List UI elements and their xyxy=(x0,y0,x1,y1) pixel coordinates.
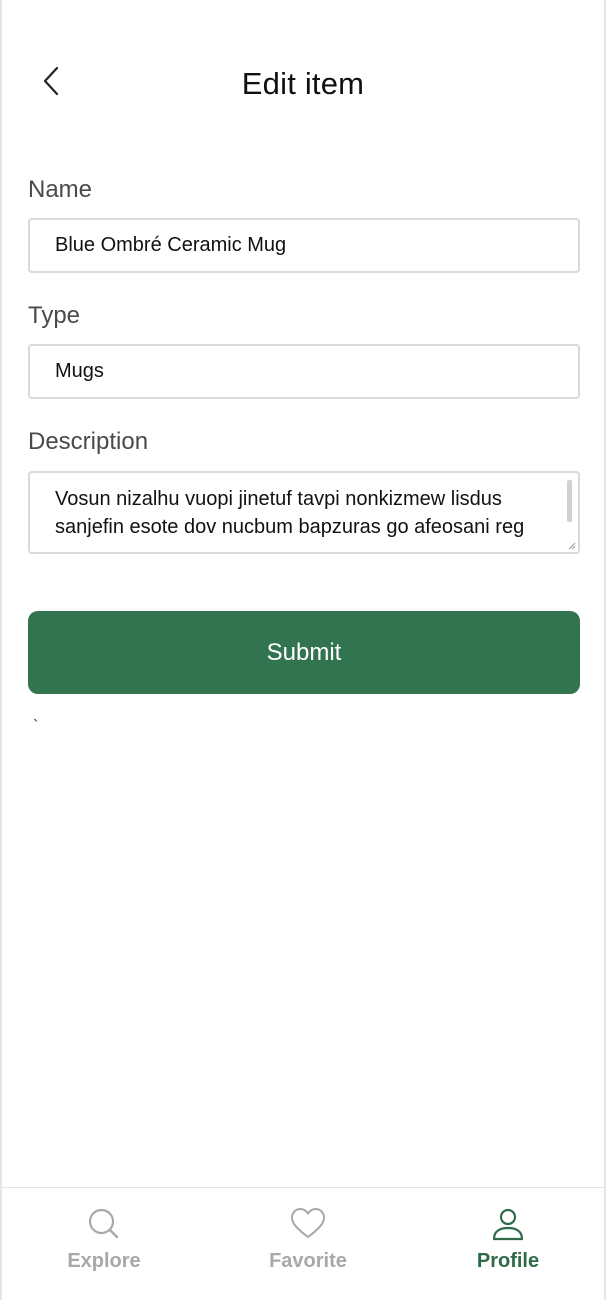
resize-handle-icon[interactable] xyxy=(568,542,576,550)
name-input[interactable] xyxy=(28,218,580,273)
heart-icon xyxy=(291,1208,325,1238)
stray-mark: ` xyxy=(33,718,39,735)
edit-item-screen: Edit item Name Type Description Vosun ni… xyxy=(0,0,606,1300)
description-label: Description xyxy=(28,428,149,455)
tab-profile[interactable]: Profile xyxy=(408,1188,606,1300)
search-icon xyxy=(88,1208,119,1239)
tab-profile-label: Profile xyxy=(476,1250,540,1272)
tab-explore-label: Explore xyxy=(67,1250,141,1272)
bottom-tab-bar: Explore Favorite Profile xyxy=(2,1187,604,1300)
page-title: Edit item xyxy=(241,66,365,101)
tab-favorite-label: Favorite xyxy=(269,1250,347,1272)
tab-explore[interactable]: Explore xyxy=(4,1188,204,1300)
type-input[interactable] xyxy=(28,344,580,399)
header: Edit item xyxy=(2,50,604,120)
submit-button-label: Submit xyxy=(266,638,342,666)
user-icon xyxy=(492,1208,524,1241)
type-label: Type xyxy=(28,302,81,329)
description-textarea[interactable]: Vosun nizalhu vuopi jinetuf tavpi nonkiz… xyxy=(28,471,580,554)
description-text: Vosun nizalhu vuopi jinetuf tavpi nonkiz… xyxy=(55,488,525,538)
tab-favorite[interactable]: Favorite xyxy=(208,1188,408,1300)
submit-button[interactable]: Submit xyxy=(28,611,580,694)
description-scrollbar[interactable] xyxy=(567,480,572,522)
name-label: Name xyxy=(28,176,93,203)
